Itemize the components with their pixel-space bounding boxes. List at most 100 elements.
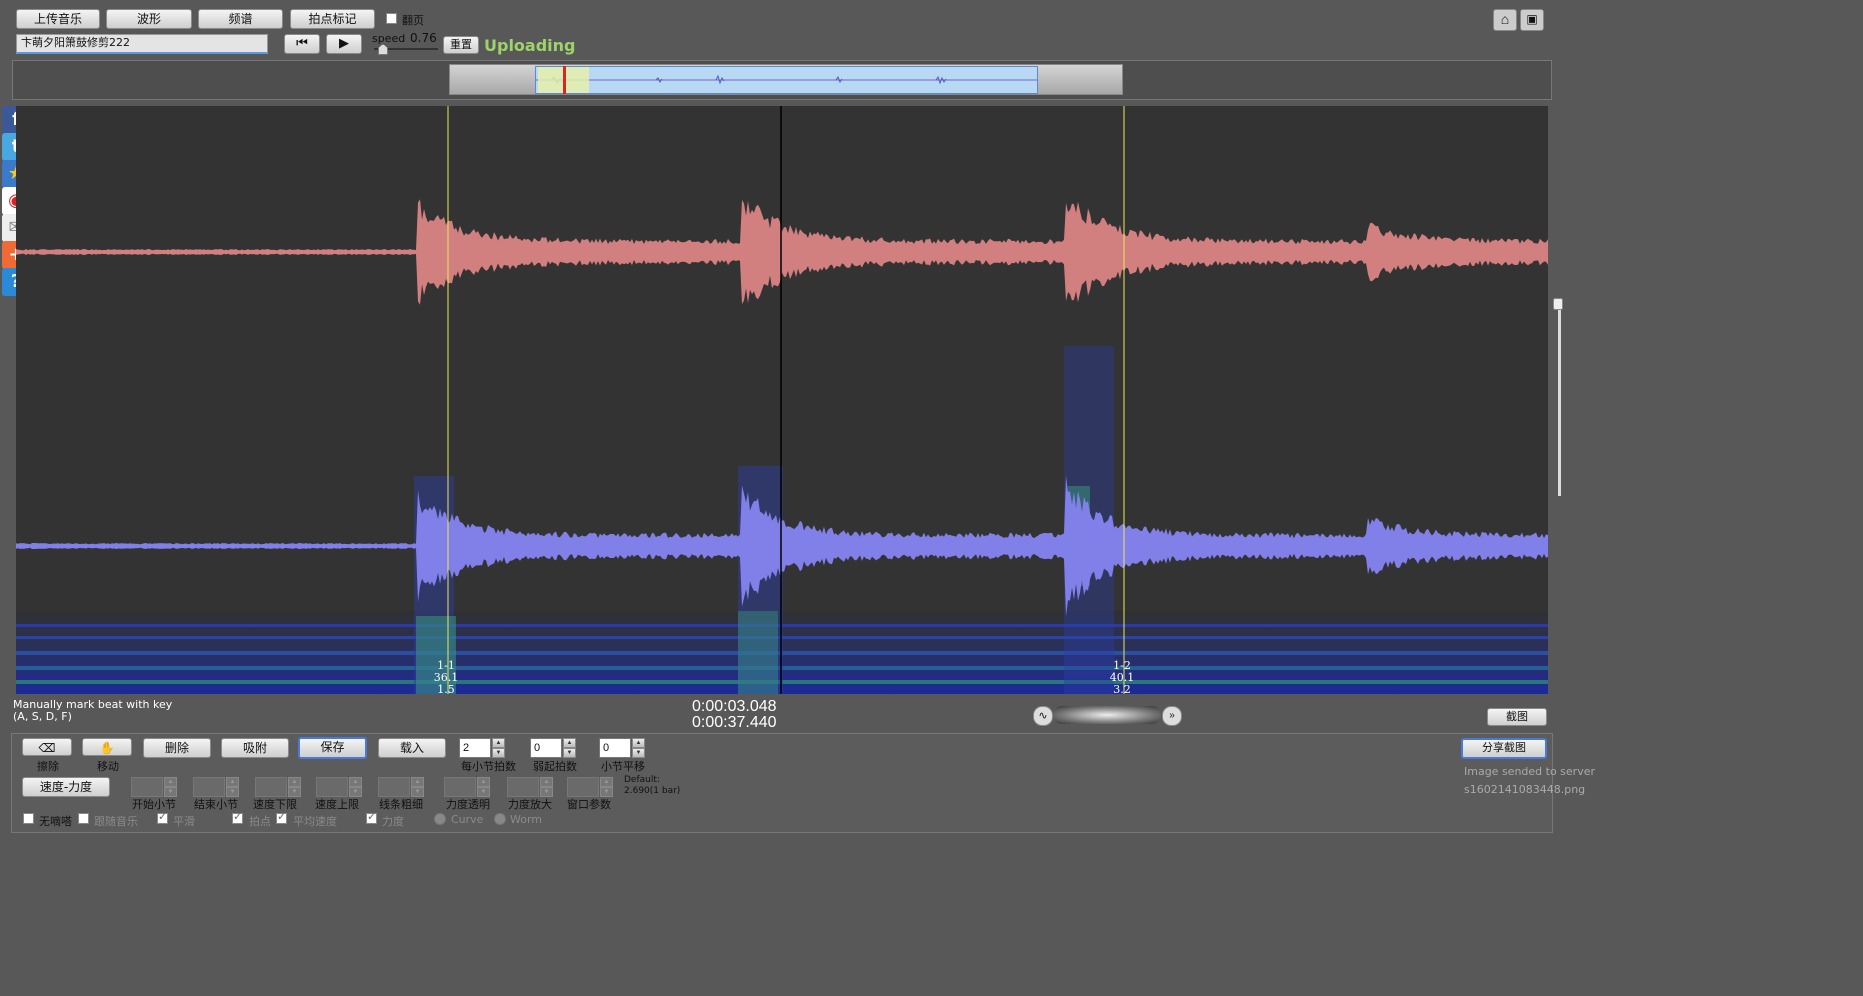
stepper-up-icon[interactable]: ▲	[632, 738, 645, 748]
song-title-field[interactable]: 卞萌夕阳箫鼓修剪222	[16, 34, 268, 54]
curve-label: Curve	[451, 813, 484, 826]
stepper-up-icon[interactable]: ▲	[492, 738, 505, 748]
force-zoom-input[interactable]	[507, 777, 539, 797]
bar-shift-input[interactable]: 0	[599, 738, 631, 758]
snap-button[interactable]: 吸附	[221, 738, 289, 758]
hint-text: Manually mark beat with key (A, S, D, F)	[13, 698, 173, 723]
image-sent-status: Image sended to server	[1464, 765, 1596, 778]
beat-label: 拍点	[249, 815, 271, 828]
rewind-button[interactable]: ⏮	[284, 34, 320, 54]
start-bar-input[interactable]	[131, 777, 163, 797]
line-width-stepper[interactable]: ▲ ▼	[378, 777, 424, 797]
reset-button[interactable]: 重置	[443, 36, 479, 54]
force-alpha-stepper[interactable]: ▲ ▼	[444, 777, 490, 797]
speed-low-input[interactable]	[255, 777, 287, 797]
move-label: 移动	[97, 760, 119, 773]
follow-music-label: 跟随音乐	[94, 815, 138, 828]
time-display: 0:00:03.048 0:00:37.440	[692, 699, 777, 731]
end-bar-stepper[interactable]: ▲ ▼	[193, 777, 239, 797]
stepper-up-icon[interactable]: ▲	[288, 777, 301, 787]
waveform-icon[interactable]: ∿	[1033, 706, 1053, 726]
line-width-label: 线条粗细	[379, 798, 423, 811]
waveform-button[interactable]: 波形	[106, 9, 192, 29]
speed-label: speed	[372, 32, 406, 45]
worm-radio[interactable]	[494, 813, 506, 825]
avg-speed-checkbox[interactable]	[276, 810, 287, 824]
silence-checkbox[interactable]	[23, 813, 34, 824]
fullscreen-icon[interactable]: ▣	[1520, 9, 1544, 31]
beats-per-bar-input[interactable]: 2	[459, 738, 491, 758]
overview-playhead[interactable]	[563, 66, 566, 94]
smooth-checkbox[interactable]	[157, 810, 168, 824]
silence-label: 无嘀嗒	[39, 815, 72, 828]
speed-low-stepper[interactable]: ▲ ▼	[255, 777, 301, 797]
move-button[interactable]: ✋	[82, 738, 132, 756]
zoom-slider[interactable]	[1053, 706, 1161, 724]
delete-button[interactable]: 删除	[143, 738, 211, 758]
force-zoom-label: 力度放大	[508, 798, 552, 811]
avg-speed-label: 平均速度	[293, 815, 337, 828]
curve-radio[interactable]	[434, 813, 446, 825]
force-alpha-input[interactable]	[444, 777, 476, 797]
beats-per-bar-label: 每小节拍数	[461, 760, 516, 773]
pickup-label: 弱起拍数	[533, 760, 577, 773]
line-width-input[interactable]	[378, 777, 410, 797]
stepper-up-icon[interactable]: ▲	[411, 777, 424, 787]
stepper-up-icon[interactable]: ▲	[226, 777, 239, 787]
vertical-scrollbar[interactable]	[1558, 306, 1561, 496]
speed-high-input[interactable]	[316, 777, 348, 797]
vertical-scroll-thumb[interactable]	[1553, 298, 1563, 310]
bar-shift-stepper[interactable]: 0 ▲ ▼	[599, 738, 645, 758]
beat-marker-2-label: 1-2 40.1 3.2	[1109, 659, 1135, 696]
speed-force-button[interactable]: 速度-力度	[22, 777, 110, 797]
stepper-up-icon[interactable]: ▲	[563, 738, 576, 748]
worm-label: Worm	[510, 813, 543, 826]
erase-label: 擦除	[37, 760, 59, 773]
follow-music-checkbox[interactable]	[78, 813, 89, 824]
stepper-down-icon[interactable]: ▼	[632, 748, 645, 758]
end-bar-input[interactable]	[193, 777, 225, 797]
total-time: 0:00:37.440	[692, 714, 777, 731]
force-checkbox[interactable]	[366, 810, 377, 824]
force-zoom-stepper[interactable]: ▲ ▼	[507, 777, 553, 797]
audio-viewer[interactable]	[16, 106, 1548, 694]
speed-low-label: 速度下限	[253, 798, 297, 811]
beats-per-bar-stepper[interactable]: 2 ▲ ▼	[459, 738, 505, 758]
start-bar-label: 开始小节	[132, 798, 176, 811]
stepper-up-icon[interactable]: ▲	[600, 777, 613, 787]
window-param-stepper[interactable]: ▲ ▼	[567, 777, 613, 797]
spectrum-button[interactable]: 频谱	[198, 9, 283, 29]
play-button[interactable]: ▶	[326, 34, 362, 54]
speed-slider-thumb[interactable]	[378, 44, 388, 55]
stepper-up-icon[interactable]: ▲	[540, 777, 553, 787]
stepper-down-icon[interactable]: ▼	[563, 748, 576, 758]
pickup-input[interactable]: 0	[530, 738, 562, 758]
stepper-up-icon[interactable]: ▲	[349, 777, 362, 787]
overview-visible-range[interactable]	[535, 66, 1038, 94]
fast-forward-icon[interactable]: »	[1162, 706, 1182, 726]
image-filename: s1602141083448.png	[1464, 783, 1586, 796]
flip-page-label: 翻页	[402, 14, 424, 27]
current-time: 0:00:03.048	[692, 698, 777, 715]
window-param-input[interactable]	[567, 777, 599, 797]
skip-back-icon: ⏮	[296, 36, 308, 51]
erase-button[interactable]: ⌫	[22, 738, 72, 756]
beat-checkbox[interactable]	[232, 810, 243, 824]
save-button[interactable]: 保存	[298, 737, 367, 759]
home-icon[interactable]: ⌂	[1493, 9, 1517, 31]
screenshot-button[interactable]: 截图	[1487, 708, 1547, 726]
stepper-up-icon[interactable]: ▲	[164, 777, 177, 787]
beat-mark-button[interactable]: 拍点标记	[290, 9, 375, 29]
stepper-up-icon[interactable]: ▲	[477, 777, 490, 787]
share-screenshot-button[interactable]: 分享截图	[1461, 738, 1547, 759]
smooth-label: 平滑	[173, 815, 195, 828]
flip-page-checkbox[interactable]	[386, 13, 397, 24]
start-bar-stepper[interactable]: ▲ ▼	[131, 777, 177, 797]
speed-high-stepper[interactable]: ▲ ▼	[316, 777, 362, 797]
load-button[interactable]: 载入	[378, 738, 446, 758]
stepper-down-icon[interactable]: ▼	[492, 748, 505, 758]
window-param-label: 窗口参数	[567, 798, 611, 811]
upload-music-button[interactable]: 上传音乐	[16, 9, 100, 29]
eraser-icon: ⌫	[38, 741, 56, 755]
pickup-stepper[interactable]: 0 ▲ ▼	[530, 738, 576, 758]
